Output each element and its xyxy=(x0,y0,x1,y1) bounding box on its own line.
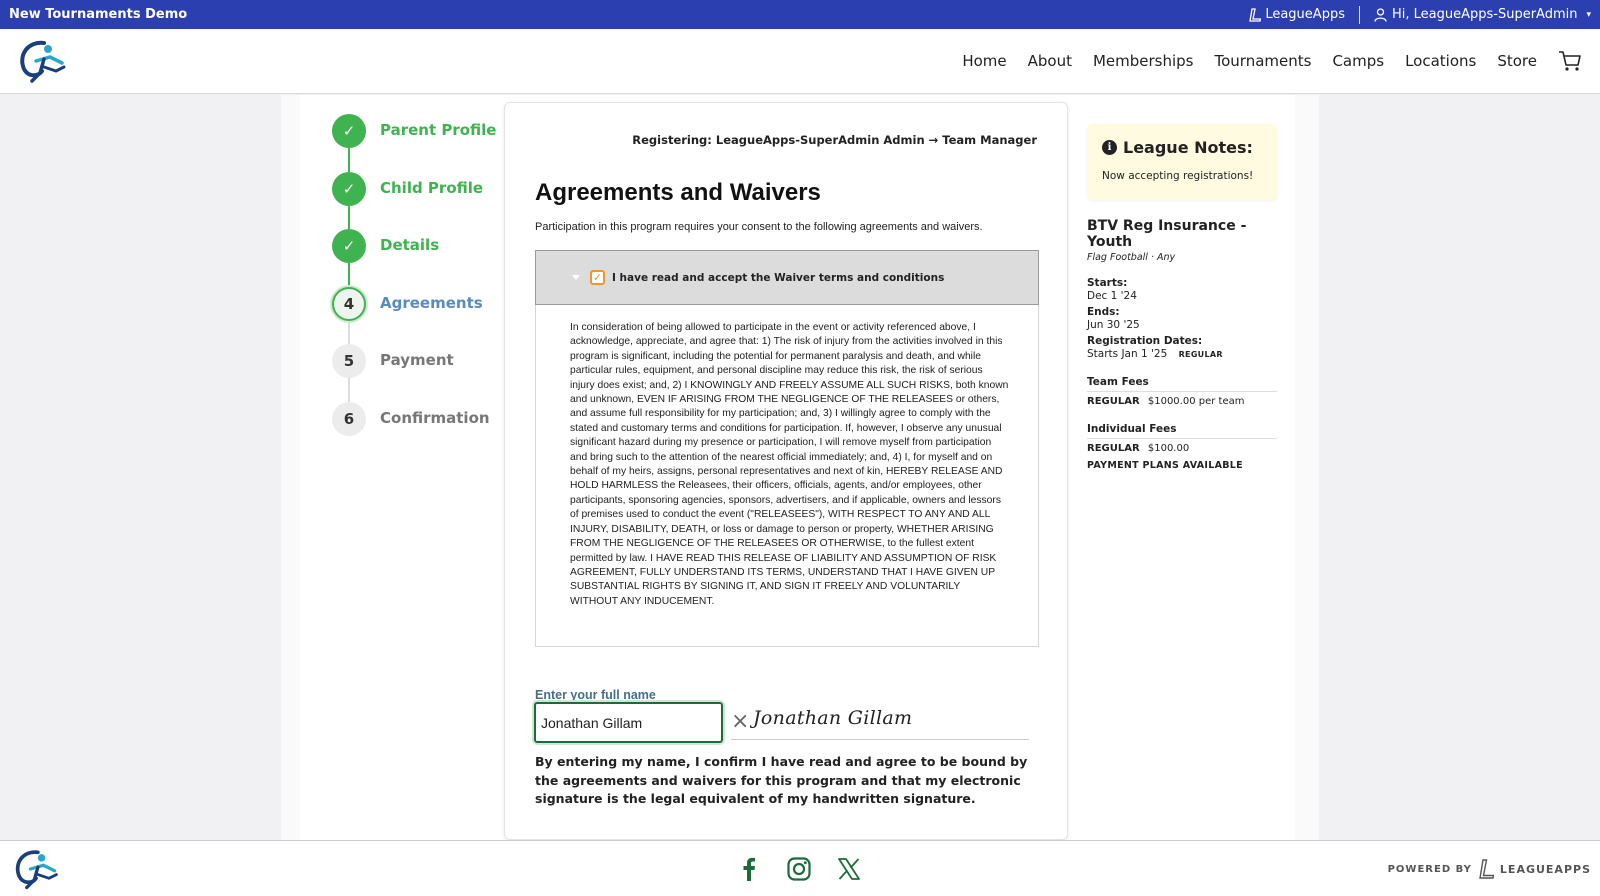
starts-label: Starts: xyxy=(1087,277,1128,289)
step-complete-icon: ✓ xyxy=(332,171,366,206)
leagueapps-link[interactable]: LeagueApps xyxy=(1249,7,1345,22)
registration-dates-value: Starts Jan 1 '25 REGULAR xyxy=(1087,348,1277,360)
step-label: Agreements xyxy=(380,293,483,312)
starts-value: Dec 1 '24 xyxy=(1087,290,1137,302)
team-fee-type: REGULAR xyxy=(1087,396,1140,407)
nav-tournaments[interactable]: Tournaments xyxy=(1215,52,1312,70)
waiver-header[interactable]: ✓ I have read and accept the Waiver term… xyxy=(535,250,1039,305)
step-connector xyxy=(348,378,350,402)
individual-fee-type: REGULAR xyxy=(1087,443,1140,454)
clear-signature-icon[interactable]: × xyxy=(731,711,749,733)
registration-stepper: ✓ Parent Profile ✓ Child Profile ✓ Detai… xyxy=(332,114,502,459)
page-title: Agreements and Waivers xyxy=(535,179,821,206)
nav-camps[interactable]: Camps xyxy=(1332,52,1384,70)
nav-memberships[interactable]: Memberships xyxy=(1093,52,1194,70)
step-number: 5 xyxy=(332,344,366,378)
individual-fees-heading: Individual Fees xyxy=(1087,423,1277,439)
league-notes-body: Now accepting registrations! xyxy=(1102,170,1254,182)
collapse-caret-icon[interactable] xyxy=(572,275,580,280)
registration-dates-label: Registration Dates: xyxy=(1087,335,1203,347)
program-title: BTV Reg Insurance - Youth xyxy=(1087,218,1247,250)
step-number: 6 xyxy=(332,401,366,436)
social-links xyxy=(736,856,862,882)
step-connector xyxy=(348,320,350,345)
nav-home[interactable]: Home xyxy=(962,52,1006,70)
league-notes-panel: i League Notes: Now accepting registrati… xyxy=(1087,124,1277,200)
step-complete-icon: ✓ xyxy=(332,114,366,148)
step-details[interactable]: ✓ Details xyxy=(332,229,502,287)
step-confirmation: 6 Confirmation xyxy=(332,401,502,460)
waiver-accept-checkbox[interactable]: ✓ xyxy=(590,270,605,285)
step-label: Details xyxy=(380,236,440,254)
intro-text: Participation in this program requires y… xyxy=(535,221,983,233)
team-fees-heading: Team Fees xyxy=(1087,376,1277,392)
facebook-icon[interactable] xyxy=(736,856,762,882)
nav-about[interactable]: About xyxy=(1028,52,1072,70)
full-name-label: Enter your full name xyxy=(535,688,656,702)
divider xyxy=(1358,5,1360,24)
step-label: Parent Profile xyxy=(380,121,497,139)
payment-plans-note: PAYMENT PLANS AVAILABLE xyxy=(1087,460,1243,471)
step-payment: 5 Payment xyxy=(332,344,502,402)
leagueapps-logo-icon xyxy=(1249,7,1262,22)
step-agreements: 4 Agreements xyxy=(332,286,502,345)
signature-line xyxy=(731,739,1029,740)
registration-start: Starts Jan 1 '25 xyxy=(1087,348,1168,360)
leagueapps-link-label: LeagueApps xyxy=(1265,7,1345,22)
program-subtitle: Flag Football · Any xyxy=(1087,252,1176,263)
registering-info: Registering: LeagueApps-SuperAdmin Admin… xyxy=(632,133,1037,147)
site-title[interactable]: New Tournaments Demo xyxy=(9,7,187,22)
footer-org-logo-icon[interactable] xyxy=(10,846,62,892)
step-label: Payment xyxy=(380,351,454,369)
league-notes-title: i League Notes: xyxy=(1102,138,1262,157)
signature-preview: Jonathan Gillam xyxy=(753,707,913,729)
step-connector xyxy=(348,148,350,172)
powered-by[interactable]: POWERED BY LEAGUEAPPS xyxy=(1388,859,1591,879)
ends-label: Ends: xyxy=(1087,306,1120,318)
main-nav: Home About Memberships Tournaments Camps… xyxy=(962,50,1586,72)
step-label: Confirmation xyxy=(380,408,490,427)
waiver-text: In consideration of being allowed to par… xyxy=(535,305,1039,647)
individual-fee-value: $100.00 xyxy=(1147,443,1190,454)
powered-by-label: POWERED BY xyxy=(1387,863,1472,875)
top-bar: New Tournaments Demo LeagueApps Hi, Leag… xyxy=(0,0,1600,29)
site-header: Home About Memberships Tournaments Camps… xyxy=(0,29,1600,94)
step-complete-icon: ✓ xyxy=(332,229,366,263)
cart-icon[interactable] xyxy=(1558,50,1582,72)
leagueapps-logo-icon xyxy=(1479,859,1494,879)
x-twitter-icon[interactable] xyxy=(836,856,862,882)
org-logo-icon[interactable] xyxy=(14,37,70,85)
step-parent-profile[interactable]: ✓ Parent Profile xyxy=(332,114,502,172)
nav-store[interactable]: Store xyxy=(1497,52,1537,70)
step-number: 4 xyxy=(332,286,366,321)
step-child-profile[interactable]: ✓ Child Profile xyxy=(332,171,502,230)
regular-badge: REGULAR xyxy=(1178,350,1223,359)
nav-locations[interactable]: Locations xyxy=(1405,52,1476,70)
site-footer: POWERED BY LEAGUEAPPS xyxy=(0,840,1600,896)
instagram-icon[interactable] xyxy=(786,856,812,882)
agreements-card: Registering: LeagueApps-SuperAdmin Admin… xyxy=(504,102,1068,840)
leagueapps-footer-brand: LEAGUEAPPS xyxy=(1499,862,1591,876)
step-connector xyxy=(348,263,350,287)
team-fee-value: $1000.00 per team xyxy=(1147,396,1245,407)
league-notes-heading: League Notes: xyxy=(1123,138,1253,157)
user-icon xyxy=(1374,7,1387,22)
full-name-input[interactable] xyxy=(532,700,725,745)
ends-value: Jun 30 '25 xyxy=(1087,319,1140,331)
info-icon: i xyxy=(1102,140,1117,155)
step-connector xyxy=(348,205,350,230)
chevron-down-icon: ▾ xyxy=(1586,9,1591,20)
user-menu[interactable]: Hi, LeagueApps-SuperAdmin ▾ xyxy=(1374,7,1591,22)
user-greeting: Hi, LeagueApps-SuperAdmin xyxy=(1391,7,1578,22)
waiver-accept-label[interactable]: I have read and accept the Waiver terms … xyxy=(612,272,944,284)
signature-confirmation-text: By entering my name, I confirm I have re… xyxy=(535,754,1028,806)
program-summary: BTV Reg Insurance - Youth Flag Football … xyxy=(1087,218,1277,471)
individual-fee-row: REGULAR $100.00 xyxy=(1087,443,1277,454)
step-label: Child Profile xyxy=(380,178,484,197)
team-fee-row: REGULAR $1000.00 per team xyxy=(1087,396,1277,407)
